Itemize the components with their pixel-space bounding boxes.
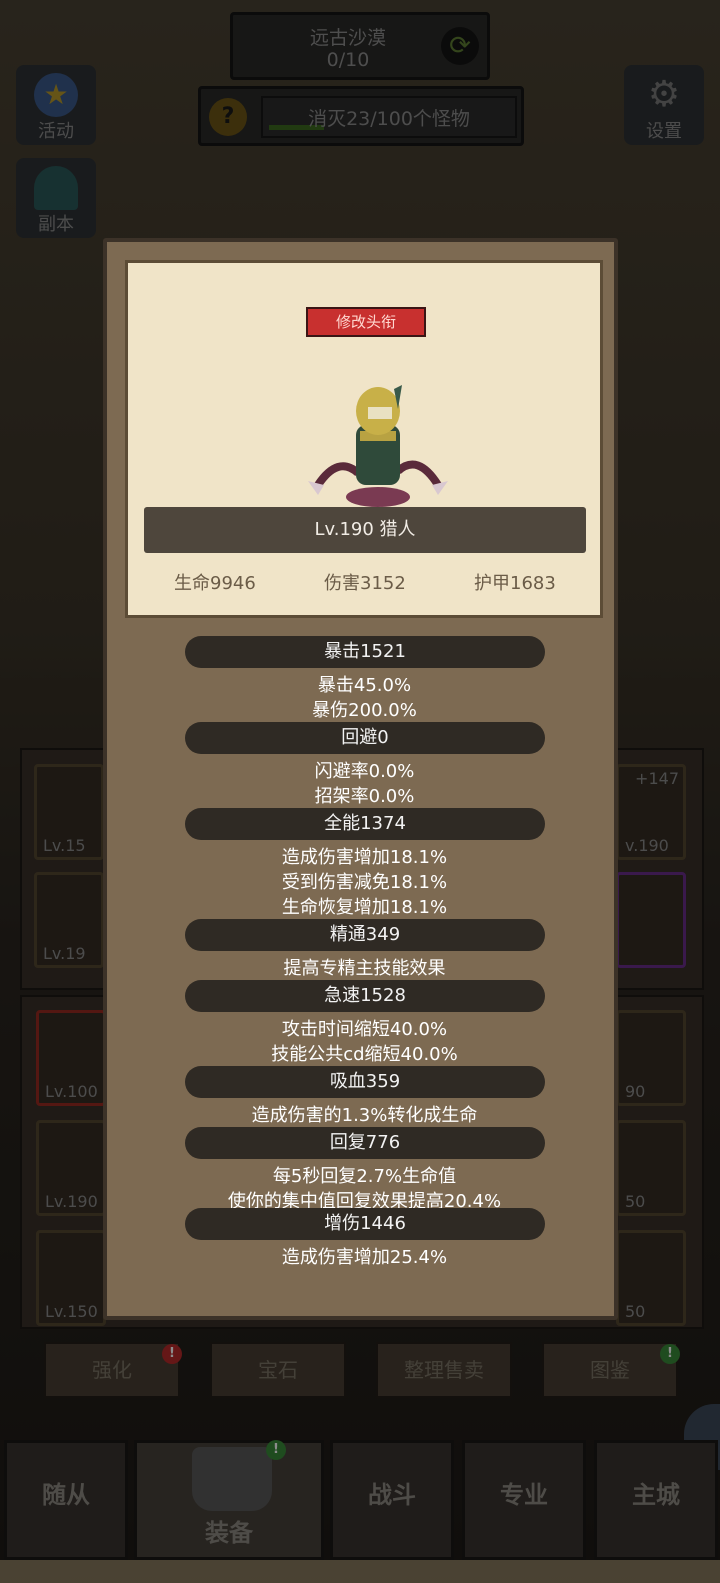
versatility-line: 生命恢复增加18.1% — [281, 897, 448, 918]
haste-line: 技能公共cd缩短40.0% — [271, 1044, 458, 1065]
dodge-line: 招架率0.0% — [314, 786, 415, 807]
haste-line: 攻击时间缩短40.0% — [281, 1019, 448, 1040]
hero-name-bar: Lv.190 猎人 — [144, 507, 586, 553]
versatility-line: 受到伤害减免18.1% — [281, 872, 448, 893]
hunter-character-sprite — [308, 385, 448, 507]
versatility-line: 造成伤害增加18.1% — [281, 847, 448, 868]
dodge-line: 闪避率0.0% — [314, 761, 415, 782]
regen-line: 每5秒回复2.7%生命值 — [272, 1166, 457, 1187]
mastery-header: 精通349 — [185, 919, 545, 951]
lifesteal-header: 吸血359 — [185, 1066, 545, 1098]
hp-stat: 生命9946 — [174, 573, 256, 594]
crit-line: 暴击45.0% — [317, 675, 412, 696]
hero-stats-panel: 修改头衔 Lv.190 猎人 生命9946 伤害3152 护甲1683 暴击15… — [103, 238, 618, 1320]
damage-bonus-line: 造成伤害增加25.4% — [281, 1247, 448, 1268]
haste-header: 急速1528 — [185, 980, 545, 1012]
crit-header: 暴击1521 — [185, 636, 545, 668]
hero-card: 修改头衔 Lv.190 猎人 生命9946 伤害3152 护甲1683 — [125, 260, 603, 618]
regen-header: 回复776 — [185, 1127, 545, 1159]
dodge-header: 回避0 — [185, 722, 545, 754]
armor-stat: 护甲1683 — [474, 573, 556, 594]
damage-stat: 伤害3152 — [324, 573, 406, 594]
versatility-header: 全能1374 — [185, 808, 545, 840]
mastery-line: 提高专精主技能效果 — [283, 958, 446, 979]
lifesteal-line: 造成伤害的1.3%转化成生命 — [251, 1105, 478, 1126]
crit-line: 暴伤200.0% — [312, 700, 417, 721]
damage-bonus-header: 增伤1446 — [185, 1208, 545, 1240]
rename-title-button[interactable]: 修改头衔 — [306, 307, 426, 337]
